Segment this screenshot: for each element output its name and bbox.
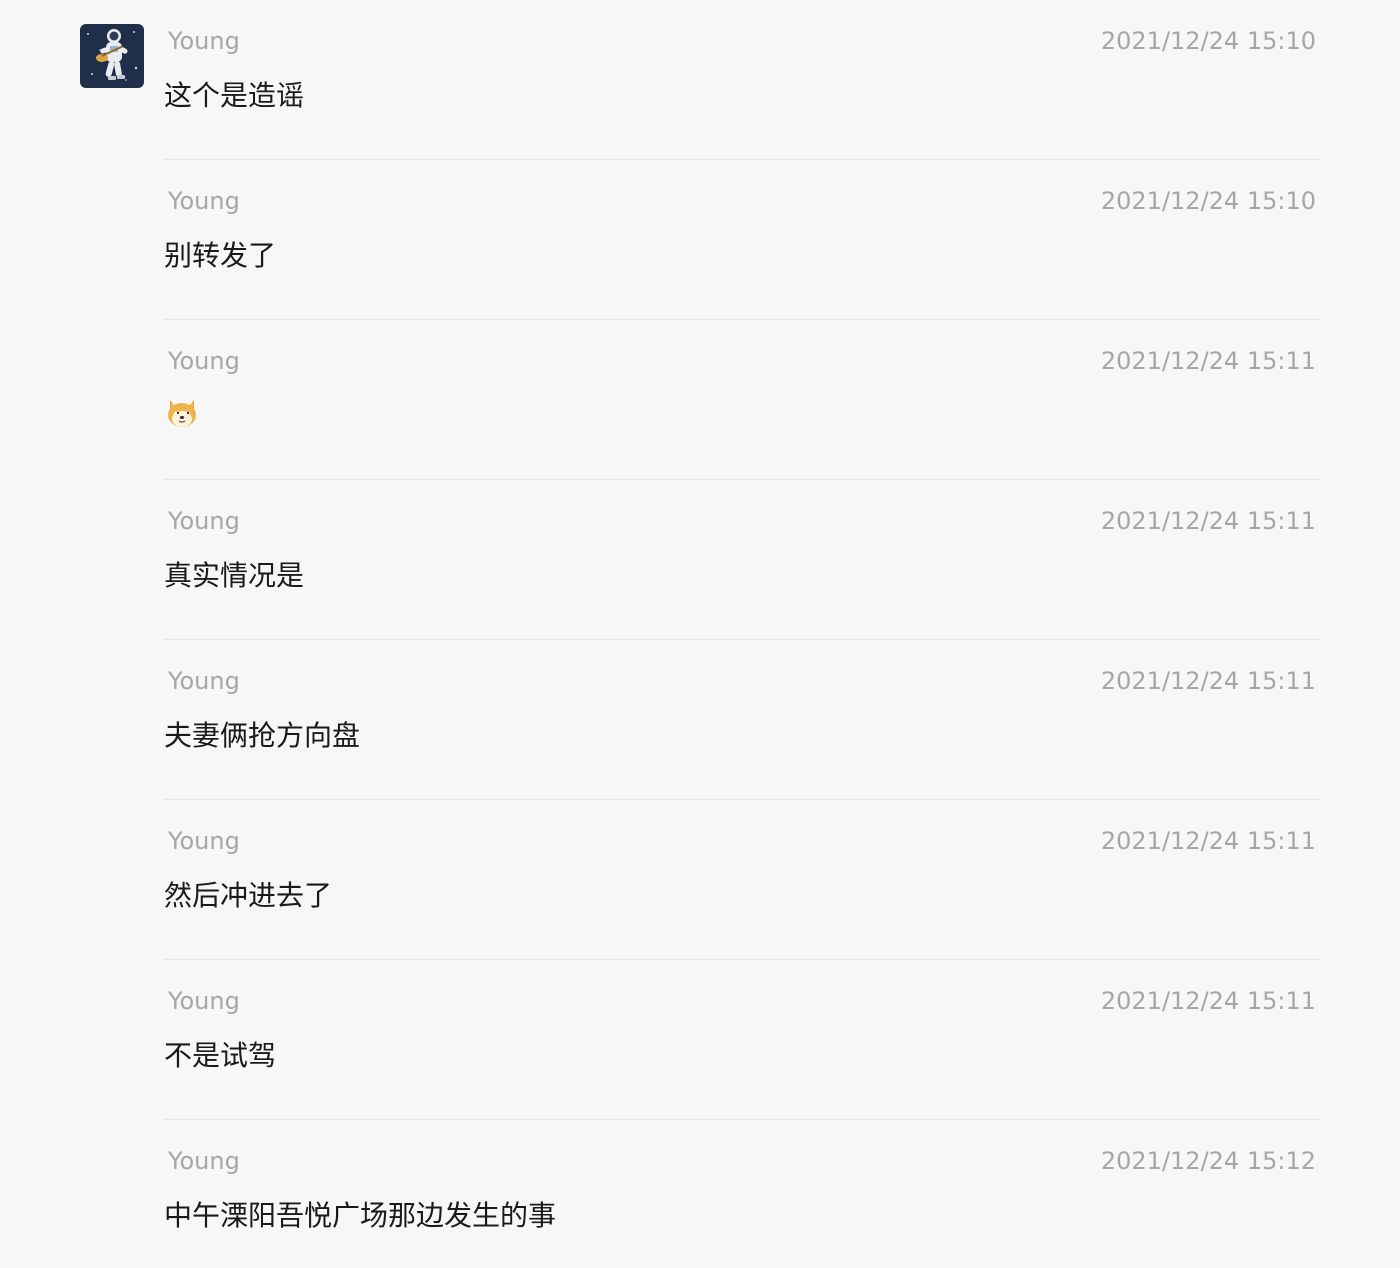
message-item[interactable]: Young 2021/12/24 15:11 夫妻俩抢方向盘	[164, 639, 1320, 799]
astronaut-avatar-icon	[80, 24, 144, 88]
message-item[interactable]: Young 2021/12/24 15:11 然后冲进去了	[164, 799, 1320, 959]
message-text: 不是试驾	[164, 1039, 277, 1072]
message-timestamp: 2021/12/24 15:11	[1100, 667, 1316, 695]
sender-name[interactable]: Young	[168, 984, 240, 1018]
message-item[interactable]: Young 2021/12/24 15:11 真实情况是	[164, 479, 1320, 639]
chat-history: Young 2021/12/24 15:10 这个是造谣 Young 2021/…	[0, 0, 1400, 1268]
sender-name[interactable]: Young	[168, 184, 240, 218]
sender-name[interactable]: Young	[168, 344, 240, 378]
message-timestamp: 2021/12/24 15:11	[1100, 347, 1316, 375]
message-item[interactable]: Young 2021/12/24 15:11	[164, 319, 1320, 479]
doge-emoji-icon	[168, 400, 196, 427]
message-timestamp: 2021/12/24 15:10	[1100, 27, 1316, 55]
message-item[interactable]: Young 2021/12/24 15:10 这个是造谣	[164, 0, 1320, 160]
message-item[interactable]: Young 2021/12/24 15:11 不是试驾	[164, 959, 1320, 1119]
message-timestamp: 2021/12/24 15:10	[1100, 187, 1316, 215]
sender-name[interactable]: Young	[168, 1144, 240, 1178]
sender-name[interactable]: Young	[168, 664, 240, 698]
message-text: 然后冲进去了	[164, 879, 333, 912]
sender-name[interactable]: Young	[168, 24, 240, 58]
message-text: 真实情况是	[164, 559, 305, 592]
message-timestamp: 2021/12/24 15:12	[1100, 1147, 1316, 1175]
sender-name[interactable]: Young	[168, 824, 240, 858]
message-text: 这个是造谣	[164, 79, 305, 112]
message-item[interactable]: Young 2021/12/24 15:12 中午溧阳吾悦广场那边发生的事	[164, 1119, 1320, 1268]
message-item[interactable]: Young 2021/12/24 15:10 别转发了	[164, 159, 1320, 319]
message-text: 中午溧阳吾悦广场那边发生的事	[164, 1199, 557, 1232]
message-timestamp: 2021/12/24 15:11	[1100, 507, 1316, 535]
sender-name[interactable]: Young	[168, 504, 240, 538]
message-timestamp: 2021/12/24 15:11	[1100, 987, 1316, 1015]
message-text: 夫妻俩抢方向盘	[164, 719, 361, 752]
message-timestamp: 2021/12/24 15:11	[1100, 827, 1316, 855]
message-text: 别转发了	[164, 239, 277, 272]
avatar[interactable]	[80, 24, 144, 88]
